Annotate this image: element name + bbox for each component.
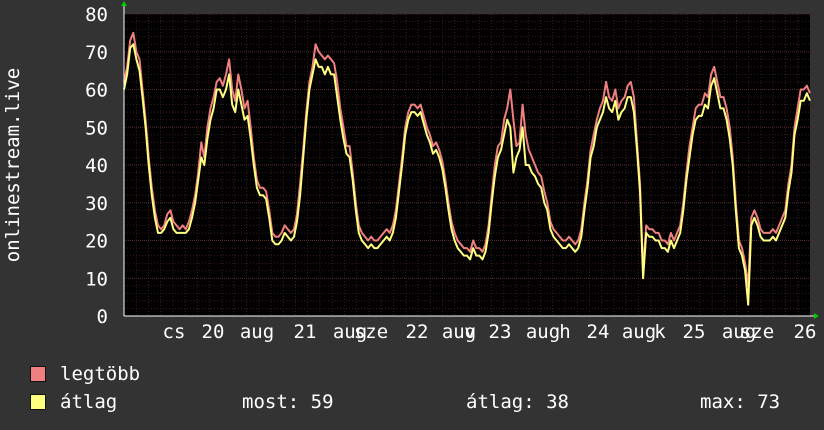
legend-swatch-avg: [30, 394, 46, 410]
x-tick-label: sze: [354, 321, 388, 343]
y-tick-label: 60: [85, 80, 108, 102]
x-tick-label: cs: [163, 321, 186, 343]
x-tick-label: 20: [202, 321, 225, 343]
y-tick-label: 50: [85, 117, 108, 139]
y-tick-label: 0: [97, 306, 108, 328]
stat-now: most: 59: [242, 391, 334, 413]
y-tick-label: 70: [85, 42, 108, 64]
y-axis-arrow: [121, 1, 127, 6]
y-tick-label: 20: [85, 231, 108, 253]
x-tick-label: aug: [240, 321, 274, 343]
x-tick-label: aug: [526, 321, 560, 343]
y-tick-label: 10: [85, 268, 108, 290]
x-tick-label: h: [559, 321, 570, 343]
x-tick-label: v: [464, 321, 475, 343]
legend-label-avg: átlag: [60, 391, 118, 413]
x-tick-label: sze: [740, 321, 774, 343]
stat-avg: átlag: 38: [466, 391, 569, 413]
x-tick-label: k: [654, 321, 666, 343]
x-tick-label: 23: [489, 321, 512, 343]
x-tick-label: 24: [587, 321, 610, 343]
line-chart: 0 10 20 30 40 50 60 70 80 cs 20 aug 21 aug sze 22 aug v 23…: [2, 1, 819, 343]
x-tick-label: 22: [406, 321, 429, 343]
x-tick-label: 26: [794, 321, 817, 343]
x-tick-label: aug: [622, 321, 656, 343]
y-tick-label: 30: [85, 193, 108, 215]
legend-swatch-max: [30, 366, 46, 382]
legend-label-max: legtöbb: [60, 363, 141, 385]
chart-grid: [124, 13, 810, 317]
y-axis-title: onlinestream.live: [2, 68, 24, 262]
y-tick-label: 40: [85, 155, 108, 177]
x-tick-label: 21: [294, 321, 317, 343]
stat-max: max: 73: [700, 391, 781, 413]
x-axis-arrow: [814, 313, 819, 319]
y-tick-label: 80: [85, 4, 108, 26]
x-tick-label: 25: [683, 321, 706, 343]
